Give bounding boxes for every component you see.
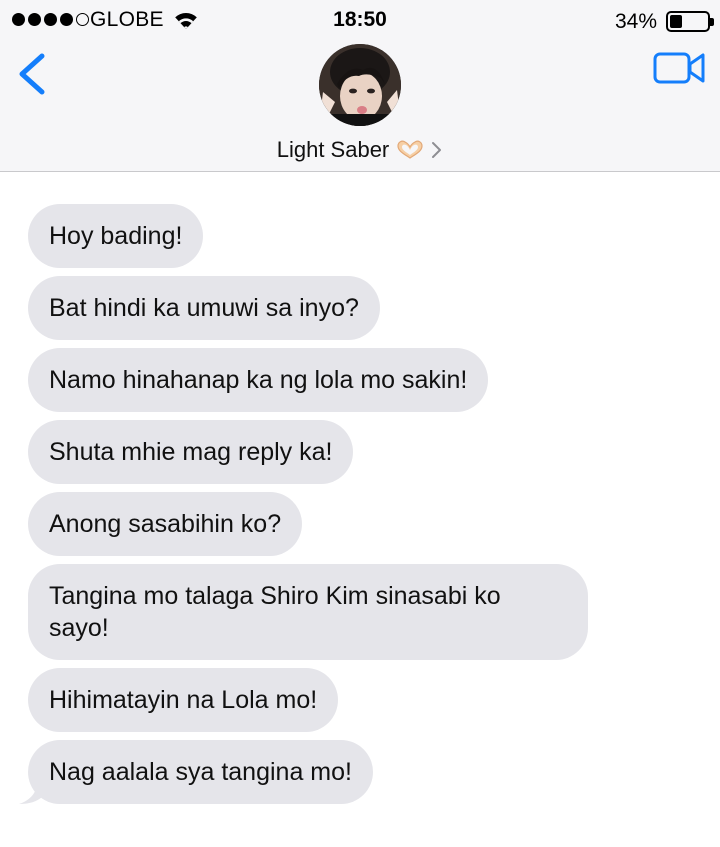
incoming-message-bubble[interactable]: Nag aalala sya tangina mo! [28, 740, 373, 804]
status-time: 18:50 [333, 8, 387, 31]
battery-percentage: 34% [615, 10, 658, 33]
contact-avatar[interactable] [319, 44, 401, 126]
battery-icon [666, 11, 714, 32]
video-call-button[interactable] [652, 50, 706, 86]
heart-hands-emoji-icon [397, 140, 423, 159]
incoming-message-bubble[interactable]: Namo hinahanap ka ng lola mo sakin! [28, 348, 489, 412]
contact-info-button[interactable]: Light Saber [0, 136, 720, 164]
conversation-header: GLOBE 18:50 34% Light Saber [0, 0, 720, 172]
incoming-message-bubble[interactable]: Tangina mo talaga Shiro Kim sinasabi ko … [28, 564, 588, 660]
message-list: Hoy bading! Bat hindi ka umuwi sa inyo? … [19, 204, 628, 812]
incoming-message-bubble[interactable]: Shuta mhie mag reply ka! [28, 420, 354, 484]
incoming-message-bubble[interactable]: Hihimatayin na Lola mo! [28, 668, 339, 732]
contact-name: Light Saber [276, 137, 390, 162]
chevron-right-icon [432, 142, 442, 158]
status-bar: GLOBE 18:50 34% [0, 0, 720, 40]
back-button[interactable] [14, 50, 54, 98]
incoming-message-bubble[interactable]: Hoy bading! [28, 204, 204, 268]
avatar-photo [319, 44, 401, 126]
incoming-message-bubble[interactable]: Anong sasabihin ko? [28, 492, 303, 556]
incoming-message-bubble[interactable]: Bat hindi ka umuwi sa inyo? [28, 276, 380, 340]
